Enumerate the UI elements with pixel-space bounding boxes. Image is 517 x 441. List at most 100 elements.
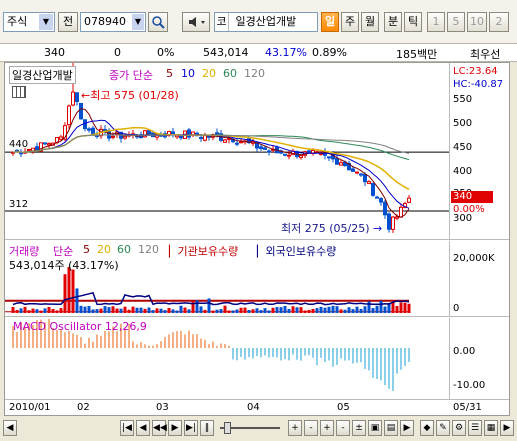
interval-1-button[interactable]: 1 xyxy=(427,12,445,32)
macd-bar xyxy=(204,339,206,348)
macd-bar xyxy=(212,341,214,348)
tab-tick[interactable]: 틱 xyxy=(404,12,422,32)
volume-bar xyxy=(131,306,135,313)
price-pane-title[interactable]: 일경산업개발 xyxy=(9,66,76,84)
volume-bar xyxy=(287,309,291,313)
macd-bar xyxy=(360,348,362,363)
fit-button[interactable]: ▤ xyxy=(384,420,398,436)
price-tick-400: 400 xyxy=(453,166,473,177)
pause-button[interactable]: ‖ xyxy=(200,420,214,436)
tool-button-3[interactable]: ⚙ xyxy=(452,420,466,436)
code-type-button[interactable]: 전 xyxy=(58,12,78,32)
interval-5-button[interactable]: 5 xyxy=(447,12,465,32)
volume-bar xyxy=(199,306,203,313)
volume-bar xyxy=(31,308,35,313)
volume-bar xyxy=(307,309,311,313)
scroll-fast-left-button[interactable]: ◀◀ xyxy=(152,420,167,436)
zoom-in-button[interactable]: + xyxy=(288,420,302,436)
current-price: 340 xyxy=(44,46,65,59)
macd-bar xyxy=(64,332,66,348)
macd-bar xyxy=(308,348,310,356)
navigation-bar: ◀ |◀ ◀ ◀◀ ▶ ▶| ‖ + - + - ± ▣ ▤ ▶ ◆ ✎ ⚙ ☰… xyxy=(0,416,517,441)
tab-daily[interactable]: 일 xyxy=(321,12,339,32)
last-page-button[interactable]: ▶| xyxy=(184,420,198,436)
candle-body xyxy=(287,154,291,157)
volume-ma-60: 60 xyxy=(117,243,131,256)
macd-bar xyxy=(328,348,330,361)
candle-body xyxy=(91,127,95,135)
price-pane[interactable]: 일경산업개발 종가 단순 5 10 20 60 120 ←최고 575 (01/… xyxy=(5,63,449,240)
search-button[interactable] xyxy=(148,12,168,32)
first-page-button[interactable]: |◀ xyxy=(120,420,134,436)
chevron-down-icon[interactable]: ▼ xyxy=(39,14,53,30)
volume-bar xyxy=(235,309,239,313)
zoom-reset-button[interactable]: ± xyxy=(352,420,366,436)
volume-last-value: 543,014주 (43.17%) xyxy=(9,259,119,272)
candle-body xyxy=(359,173,363,176)
macd-title: MACD Oscillator 12,26,9 xyxy=(13,320,147,333)
ma-5-line xyxy=(12,108,410,218)
right-panel-button[interactable]: ▶ xyxy=(500,420,514,436)
sound-button[interactable] xyxy=(182,12,210,32)
volume-bar xyxy=(303,310,307,313)
volume-bar xyxy=(339,309,343,313)
scroll-left-button[interactable]: ◀ xyxy=(136,420,150,436)
macd-bar xyxy=(132,341,134,348)
zoom-out-button[interactable]: - xyxy=(304,420,318,436)
volume-bar xyxy=(151,310,155,313)
chevron-down-icon[interactable]: ▼ xyxy=(132,14,144,30)
macd-bar xyxy=(80,337,82,348)
grid-toggle-icon[interactable] xyxy=(12,86,26,98)
play-button[interactable]: ▶ xyxy=(168,420,182,436)
interval-10-button[interactable]: 10 xyxy=(467,12,487,32)
volume-bar xyxy=(111,306,115,313)
candle-body xyxy=(379,198,383,203)
speaker-icon xyxy=(189,17,205,27)
code-input[interactable]: 078940 ▼ xyxy=(80,12,146,32)
interval-1-label: 1 xyxy=(432,15,440,28)
volume-pane[interactable]: 거래량 단순 5 20 60 120 ▏기관보유수량 ▏외국인보유수량 543,… xyxy=(5,241,449,317)
macd-bar xyxy=(396,348,398,374)
volume-bar xyxy=(243,307,247,313)
macd-bar xyxy=(176,331,178,348)
macd-tick-0: 0.00 xyxy=(453,346,476,357)
macd-bar xyxy=(148,345,150,348)
candle-body xyxy=(387,213,391,230)
ma-20-label: 20 xyxy=(202,67,216,80)
volume-bar xyxy=(311,308,315,313)
stock-name-box[interactable]: 코 일경산업개발 xyxy=(214,12,318,32)
market-select[interactable]: 주식 ▼ xyxy=(3,12,55,32)
volume-bar xyxy=(195,300,199,313)
volume-value: 543,014 xyxy=(203,46,249,59)
price-tick-500: 500 xyxy=(453,118,473,129)
tool-button-1[interactable]: ◆ xyxy=(420,420,434,436)
tool-button-2[interactable]: ✎ xyxy=(436,420,450,436)
macd-bar xyxy=(252,348,254,359)
zoom-out-more-button[interactable]: - xyxy=(336,420,350,436)
chart-area[interactable]: 일경산업개발 종가 단순 5 10 20 60 120 ←최고 575 (01/… xyxy=(4,62,510,416)
volume-bar xyxy=(171,309,175,313)
macd-bar xyxy=(272,348,274,358)
macd-bar xyxy=(164,336,166,348)
macd-pane[interactable]: MACD Oscillator 12,26,9 xyxy=(5,318,449,400)
tool-button-4[interactable]: ☰ xyxy=(468,420,482,436)
tab-monthly[interactable]: 월 xyxy=(361,12,379,32)
tool-button-5[interactable]: ▦ xyxy=(484,420,498,436)
candle-body xyxy=(267,150,271,153)
scroll-right-button[interactable]: ▶ xyxy=(400,420,414,436)
interval-2-button[interactable]: 2 xyxy=(489,12,509,32)
tab-minute[interactable]: 분 xyxy=(384,12,402,32)
volume-bar xyxy=(371,308,375,313)
ma-120-label: 120 xyxy=(244,67,265,80)
volume-bar xyxy=(231,310,235,313)
left-panel-button[interactable]: ◀ xyxy=(3,420,17,436)
tab-weekly[interactable]: 주 xyxy=(341,12,359,32)
macd-bar xyxy=(200,338,202,348)
macd-bar xyxy=(304,348,306,356)
trade-amount: 185백만 xyxy=(396,48,438,61)
full-view-button[interactable]: ▣ xyxy=(368,420,382,436)
volume-bar xyxy=(223,305,227,313)
volume-bar xyxy=(155,308,159,313)
zoom-in-more-button[interactable]: + xyxy=(320,420,334,436)
zoom-slider-handle[interactable] xyxy=(224,422,231,434)
